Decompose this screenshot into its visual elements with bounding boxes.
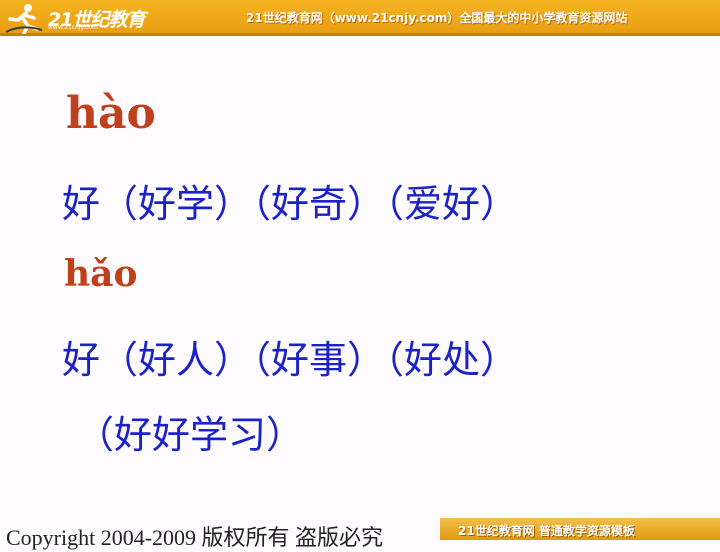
footer-band-text[interactable]: 21世纪教育网 普通教学资源模板 [458, 522, 635, 539]
runner-icon [5, 4, 43, 34]
header-tagline[interactable]: 21世纪教育网（www.21cnjy.com）全国最大的中小学教育资源网站 [246, 9, 627, 26]
word-line-2: 好（好人）（好事）（好处） [62, 338, 519, 382]
site-logo[interactable]: 21世纪教育 www.21cnjy.com [4, 2, 154, 34]
copyright-notice: Copyright 2004-2009 版权所有 盗版必究 [6, 525, 384, 550]
pinyin-hao3: hǎo [64, 253, 138, 295]
logo-url: www.21cnjy.com [48, 24, 98, 31]
word-line-1: 好（好学）（好奇）（爱好） [62, 182, 519, 226]
word-line-3: （好好学习） [76, 413, 305, 457]
pinyin-hao4: hào [66, 88, 156, 139]
